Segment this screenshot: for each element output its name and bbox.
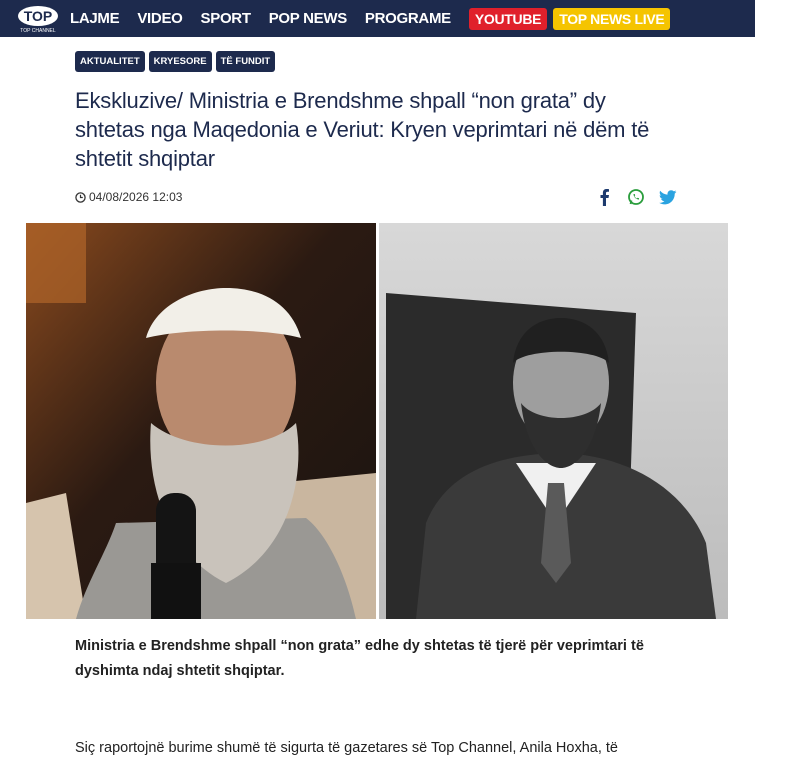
tag-kryesore[interactable]: KRYESORE [148,51,212,72]
whatsapp-share-button[interactable] [620,186,652,208]
nav-youtube-button[interactable]: YOUTUBE [468,7,548,30]
twitter-share-button[interactable] [652,186,684,208]
top-channel-logo[interactable]: TOP TOP CHANNEL [14,3,62,34]
svg-text:TOP: TOP [24,8,53,24]
nav-video[interactable]: VIDEO [137,10,182,27]
nav-programe[interactable]: PROGRAME [365,10,451,27]
top-navigation-bar: TOP TOP CHANNEL LAJME VIDEO SPORT POP NE… [0,0,755,37]
nav-lajme[interactable]: LAJME [70,10,120,27]
article-tags: AKTUALITET KRYESORE TË FUNDIT [75,51,276,72]
facebook-share-button[interactable] [588,186,620,208]
tag-aktualitet[interactable]: AKTUALITET [75,51,145,72]
facebook-icon [600,189,609,206]
tag-te-fundit[interactable]: TË FUNDIT [215,51,276,72]
nav-sport[interactable]: SPORT [201,10,251,27]
clock-icon [75,191,86,203]
svg-text:TOP CHANNEL: TOP CHANNEL [20,28,56,34]
main-nav: LAJME VIDEO SPORT POP NEWS PROGRAME YOUT… [70,0,676,37]
article-featured-image [26,223,728,619]
article-title: Ekskluzive/ Ministria e Brendshme shpall… [75,88,650,171]
article-lead: Ministria e Brendshme shpall “non grata”… [75,638,644,679]
twitter-icon [659,189,677,204]
article-datetime: 04/08/2026 12:03 [89,190,183,204]
whatsapp-icon [628,189,644,205]
nav-top-news-live-button[interactable]: TOP NEWS LIVE [553,7,671,30]
article-meta: 04/08/2026 12:03 [75,190,182,204]
share-buttons [588,186,684,208]
article-body-paragraph: Siç raportojnë burime shumë të sigurta t… [75,740,618,756]
nav-pop-news[interactable]: POP NEWS [269,10,347,27]
